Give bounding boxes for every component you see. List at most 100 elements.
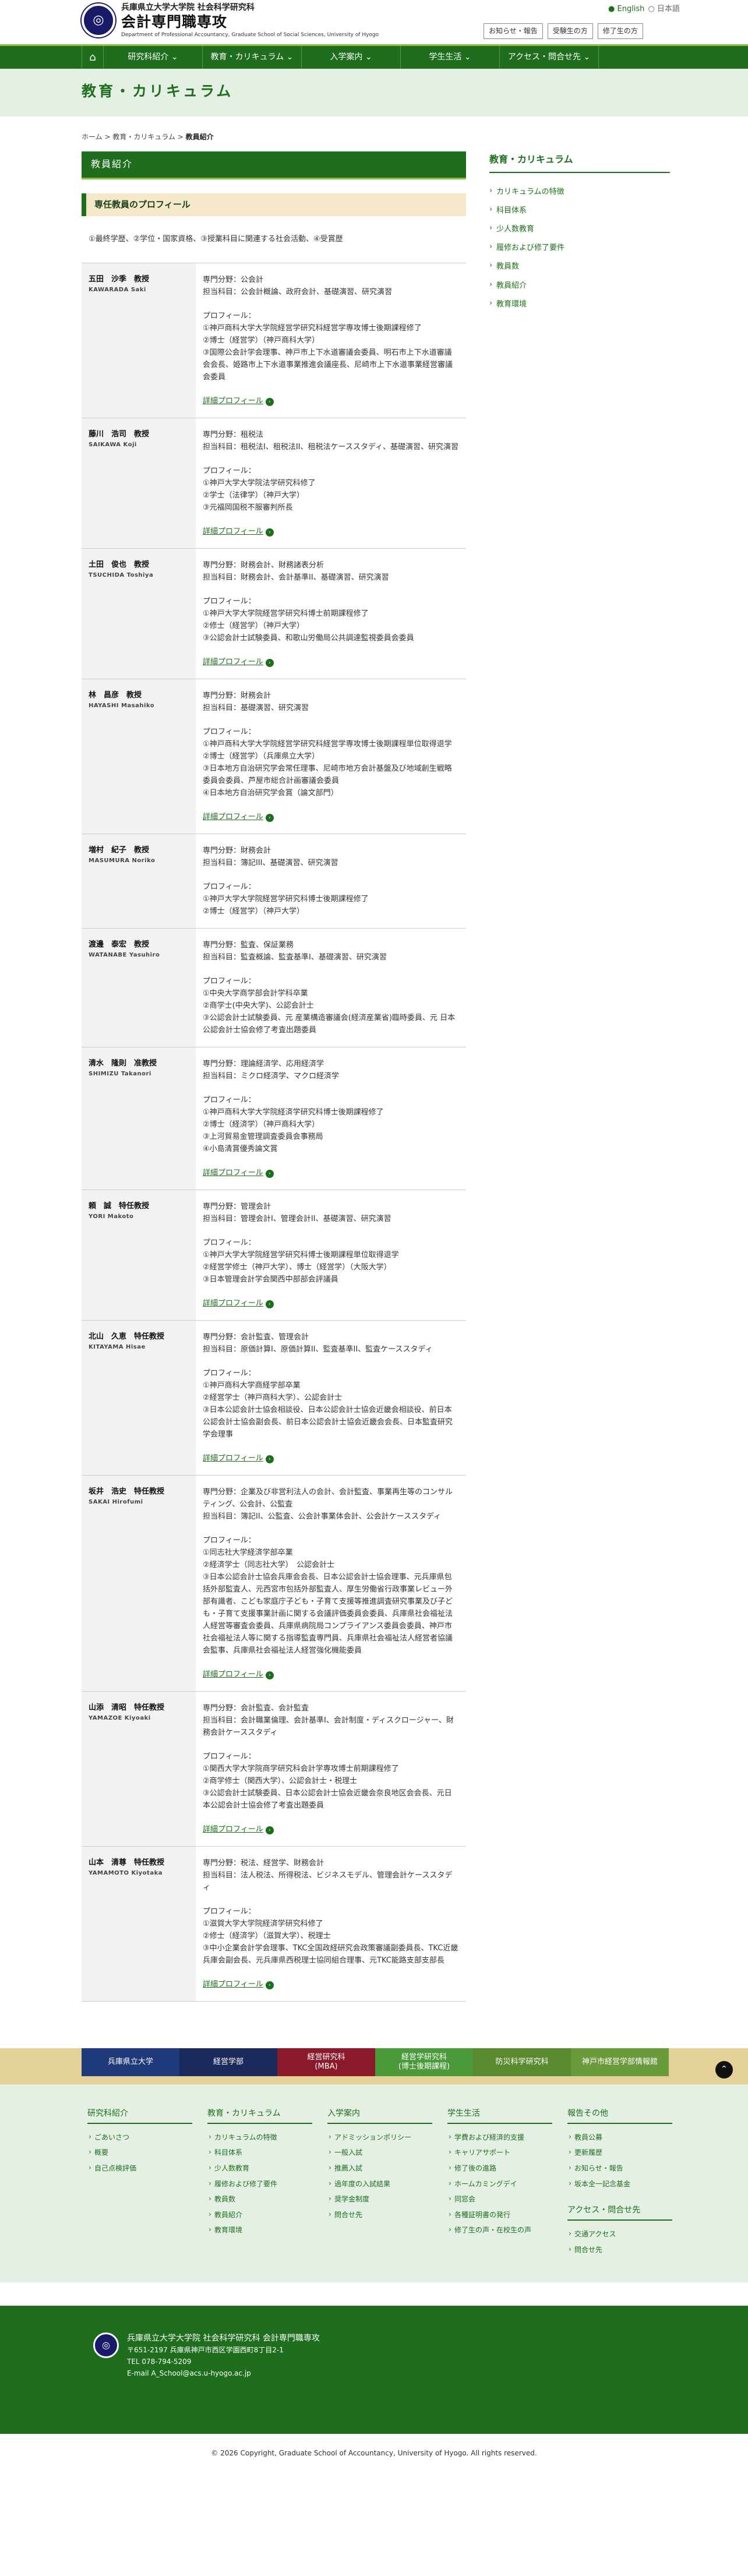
footer-menu-item[interactable]: 推薦入試: [327, 2161, 432, 2176]
footer-menu-item[interactable]: 問合せ先: [567, 2242, 672, 2258]
site-logo[interactable]: ◎ 兵庫県立大学大学院 社会科学研究科 会計専門職専攻 Department o…: [82, 2, 379, 38]
footer-menu-item[interactable]: 交通アクセス: [567, 2226, 672, 2242]
footer-tab-link[interactable]: 経営研究科 (MBA): [277, 2048, 375, 2077]
university-emblem-icon: ◎: [82, 3, 115, 37]
detail-profile-link[interactable]: 詳細プロフィール ›: [203, 395, 459, 407]
gnav-admission[interactable]: 入学案内 ⌄: [302, 46, 401, 69]
footer-menu-item[interactable]: カリキュラムの特徴: [207, 2130, 312, 2146]
site-header: ◎ 兵庫県立大学大学院 社会科学研究科 会計専門職専攻 Department o…: [0, 0, 748, 44]
faculty-name-cell: 渡邊 泰宏 教授 WATANABE Yasuhiro: [82, 928, 196, 1048]
footer-menu-item[interactable]: 教育環境: [207, 2222, 312, 2238]
footer-menu-item[interactable]: 概要: [87, 2145, 192, 2161]
footer-menu-item[interactable]: 修了後の進路: [447, 2161, 552, 2176]
footer-tab-link[interactable]: 兵庫県立大学: [82, 2048, 179, 2077]
faculty-name: 土田 俊也 教授: [89, 560, 150, 570]
gnav-access[interactable]: アクセス・問合せ先 ⌄: [500, 46, 599, 69]
footer-email[interactable]: E-mail A_School@acs.u-hyogo.ac.jp: [127, 2367, 320, 2379]
footer-menu-heading[interactable]: 研究科紹介: [87, 2108, 192, 2124]
page-top-button[interactable]: ⌃: [715, 2061, 733, 2079]
footer-tab-link[interactable]: 神戸市経営学部情報館: [571, 2048, 669, 2077]
footer-menu-item[interactable]: 問合せ先: [327, 2207, 432, 2223]
footer-menu-list: 学費および経済的支援キャリアサポート修了後の進路ホームカミングデイ同窓会各種証明…: [447, 2130, 552, 2238]
footer-menu-item[interactable]: 坂本全一記念基金: [567, 2176, 672, 2192]
faculty-courses: 担当科目：簿記II、公監査、公会計事業体会計、公会計ケーススタディ: [203, 1512, 442, 1522]
footer-menu-item[interactable]: 自己点検評価: [87, 2161, 192, 2176]
detail-profile-link[interactable]: 詳細プロフィール ›: [203, 1823, 459, 1836]
faculty-name: 増村 紀子 教授: [89, 846, 150, 855]
footer-menu-item[interactable]: ごあいさつ: [87, 2130, 192, 2146]
footer-menu-item[interactable]: 過年度の入試結果: [327, 2176, 432, 2192]
footer-menu-item[interactable]: アドミッションポリシー: [327, 2130, 432, 2146]
footer-menu-item[interactable]: 奨学金制度: [327, 2192, 432, 2207]
detail-profile-link[interactable]: 詳細プロフィール ›: [203, 1978, 459, 1991]
faculty-row: 坂井 浩史 特任教授 SAKAI Hirofumi 専門分野：企業及び非営利法人の会…: [82, 1475, 466, 1692]
breadcrumb-separator: >: [102, 133, 113, 141]
side-item[interactable]: カリキュラムの特徴: [489, 184, 670, 202]
side-item[interactable]: 科目体系: [489, 202, 670, 221]
profile-line: ②経済学士（同志社大学） 公認会計士: [203, 1561, 335, 1570]
footer-tab-link[interactable]: 防災科学研究科: [473, 2048, 571, 2077]
side-item[interactable]: 履修および修了要件: [489, 239, 670, 258]
detail-profile-link[interactable]: 詳細プロフィール ›: [203, 1297, 459, 1310]
gnav-about[interactable]: 研究科紹介 ⌄: [104, 46, 203, 69]
footer-menu-item[interactable]: 少人数教育: [207, 2161, 312, 2176]
footer-menu-item[interactable]: 更新履歴: [567, 2145, 672, 2161]
detail-profile-label: 詳細プロフィール: [203, 397, 263, 406]
footer-org-name: 兵庫県立大学大学院 社会科学研究科 会計専門職専攻: [127, 2334, 320, 2344]
profile-line: ①神戸商科大学商経学部卒業: [203, 1381, 301, 1391]
profile-line: ③公認会計士試験委員、和歌山労働局公共調達監視委員会委員: [203, 634, 414, 643]
lang-japanese-link[interactable]: ○ 日本語: [648, 3, 680, 15]
footer-menu-item[interactable]: 同窓会: [447, 2192, 552, 2207]
faculty-courses: 担当科目：簿記III、基礎演習、研究演習: [203, 859, 338, 868]
gnav-student-life[interactable]: 学生生活 ⌄: [401, 46, 500, 69]
arrow-right-icon: ›: [265, 1981, 274, 1990]
footer-tab-link[interactable]: 経営学研究科 (博士後期課程): [375, 2048, 473, 2077]
footer-menu: 研究科紹介ごあいさつ概要自己点検評価教育・カリキュラムカリキュラムの特徴科目体系…: [0, 2084, 748, 2283]
side-item[interactable]: 少人数教育: [489, 221, 670, 239]
home-icon[interactable]: ⌂: [82, 46, 104, 69]
footer-menu-item[interactable]: 教員数: [207, 2192, 312, 2207]
footer-menu-item[interactable]: 各種証明書の発行: [447, 2207, 552, 2223]
footer-menu-item[interactable]: 科目体系: [207, 2145, 312, 2161]
breadcrumb-home[interactable]: ホーム: [82, 133, 103, 141]
subnav-news-link[interactable]: お知らせ・報告: [484, 23, 543, 39]
footer-menu-list: 交通アクセス問合せ先: [567, 2226, 672, 2257]
footer-menu-heading[interactable]: 学生生活: [447, 2108, 552, 2124]
detail-profile-link[interactable]: 詳細プロフィール ›: [203, 525, 459, 538]
global-navigation: ⌂ 研究科紹介 ⌄ 教育・カリキュラム ⌄ 入学案内 ⌄ 学生生活 ⌄ アクセス…: [0, 44, 748, 69]
side-item[interactable]: 教員数: [489, 258, 670, 277]
footer-menu-heading[interactable]: 教育・カリキュラム: [207, 2108, 312, 2124]
lang-english-link[interactable]: ● English: [608, 3, 644, 15]
faculty-specialty: 専門分野：公会計: [203, 276, 264, 285]
footer-menu-heading[interactable]: 報告その他: [567, 2108, 672, 2124]
footer-menu-heading[interactable]: アクセス・問合せ先: [567, 2204, 672, 2221]
footer-menu-list: ごあいさつ概要自己点検評価: [87, 2130, 192, 2176]
subnav-alumni-link[interactable]: 修了生の方: [597, 23, 643, 39]
detail-profile-link[interactable]: 詳細プロフィール ›: [203, 811, 459, 823]
footer-menu-item[interactable]: 教員公募: [567, 2130, 672, 2146]
side-item[interactable]: 教育環境: [489, 296, 670, 315]
footer-menu-item[interactable]: 修了生の声・在校生の声: [447, 2222, 552, 2238]
side-item[interactable]: 教員紹介: [489, 277, 670, 296]
footer-menu-item[interactable]: 学費および経済的支援: [447, 2130, 552, 2146]
breadcrumb-curriculum[interactable]: 教育・カリキュラム: [112, 133, 175, 141]
faculty-name: 頼 誠 特任教授: [89, 1202, 150, 1211]
faculty-name: 清水 隆則 准教授: [89, 1059, 157, 1068]
footer-menu-heading[interactable]: 入学案内: [327, 2108, 432, 2124]
arrow-right-icon: ›: [265, 1671, 274, 1680]
footer-menu-item[interactable]: 教員紹介: [207, 2207, 312, 2223]
footer-menu-item[interactable]: ホームカミングデイ: [447, 2176, 552, 2192]
footer-menu-item[interactable]: 一般入試: [327, 2145, 432, 2161]
gnav-curriculum[interactable]: 教育・カリキュラム ⌄: [203, 46, 302, 69]
subnav-applicants-link[interactable]: 受験生の方: [547, 23, 593, 39]
detail-profile-link[interactable]: 詳細プロフィール ›: [203, 1167, 459, 1179]
faculty-courses: 担当科目：基礎演習、研究演習: [203, 704, 309, 713]
footer-menu-item[interactable]: キャリアサポート: [447, 2145, 552, 2161]
footer-tab-link[interactable]: 経営学部: [179, 2048, 277, 2077]
detail-profile-link[interactable]: 詳細プロフィール ›: [203, 656, 459, 668]
footer-menu-item[interactable]: 履修および修了要件: [207, 2176, 312, 2192]
detail-profile-link[interactable]: 詳細プロフィール ›: [203, 1668, 459, 1681]
detail-profile-link[interactable]: 詳細プロフィール ›: [203, 1452, 459, 1465]
footer-menu-item[interactable]: お知らせ・報告: [567, 2161, 672, 2176]
faculty-name-cell: 増村 紀子 教授 MASUMURA Noriko: [82, 834, 196, 929]
